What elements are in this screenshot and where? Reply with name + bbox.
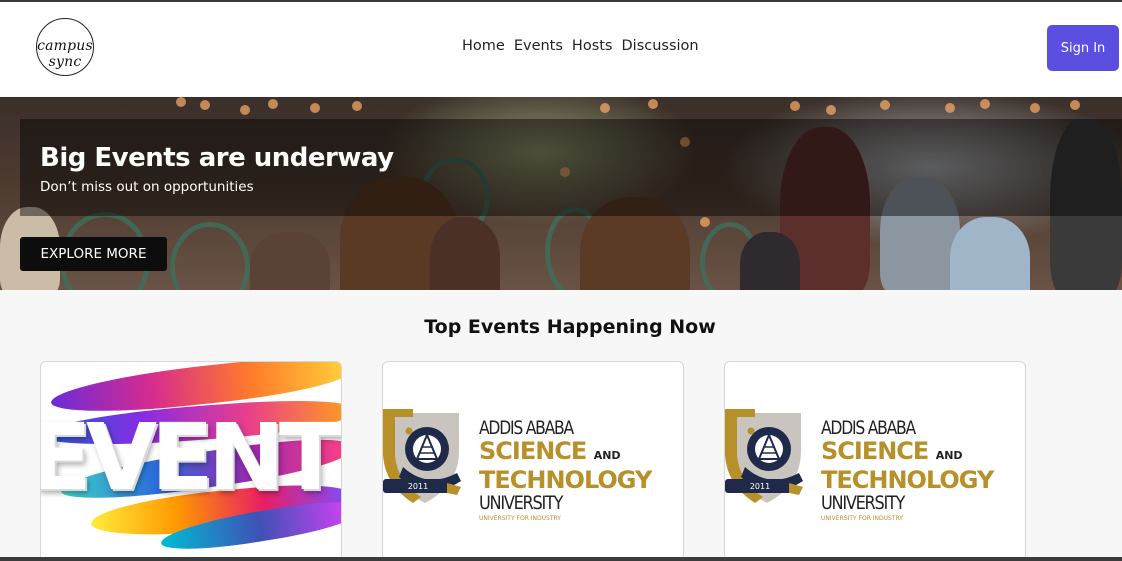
event-card[interactable]: 2011 ADDIS ABABA SCIENCE AND TECHNOLOGY … [724,361,1026,561]
main-nav: Home Events Hosts Discussion [462,38,699,54]
nav-discussion-link[interactable]: Discussion [622,38,699,54]
uni-name-line1: ADDIS ABABA [821,417,916,439]
nav-home-link[interactable]: Home [462,38,505,54]
event-card[interactable]: EVENTS [40,361,342,561]
event-card[interactable]: 2011 ADDIS ABABA SCIENCE AND TECHNOLOGY … [382,361,684,561]
university-logo: 2011 ADDIS ABABA SCIENCE AND TECHNOLOGY … [383,407,683,522]
site-header: campus sync Home Events Hosts Discussion… [0,2,1122,97]
uni-name-line1: ADDIS ABABA [479,417,574,439]
uni-name-and: AND [593,449,621,462]
nav-hosts-link[interactable]: Hosts [572,38,613,54]
uni-tagline: UNIVERSITY FOR INDUSTRY [479,515,561,522]
nav-events-link[interactable]: Events [514,38,563,54]
hero-banner: Big Events are underway Don’t miss out o… [0,97,1122,290]
uni-name-university: UNIVERSITY [821,492,905,514]
hero-title: Big Events are underway [40,143,394,173]
section-title: Top Events Happening Now [424,316,716,338]
uni-name-and: AND [935,449,963,462]
uni-tagline: UNIVERSITY FOR INDUSTRY [821,515,903,522]
uni-name-university: UNIVERSITY [479,492,563,514]
uni-name-science: SCIENCE [479,437,587,465]
university-logo: 2011 ADDIS ABABA SCIENCE AND TECHNOLOGY … [725,407,1025,522]
university-emblem-icon: 2011 [383,409,461,503]
uni-name-technology: TECHNOLOGY [479,466,652,494]
university-emblem-icon: 2011 [725,409,803,503]
events-banner-text: EVENTS [40,404,341,511]
explore-more-button[interactable]: EXPLORE MORE [20,237,167,271]
campus-sync-logo[interactable]: campus sync [22,18,108,76]
emblem-year: 2011 [750,482,770,491]
events-banner-image: EVENTS [40,362,341,560]
sign-in-button[interactable]: Sign In [1047,25,1119,71]
uni-name-science: SCIENCE [821,437,929,465]
hero-subtitle: Don’t miss out on opportunities [40,179,254,195]
emblem-year: 2011 [408,482,428,491]
logo-text: campus sync [37,38,93,70]
uni-name-technology: TECHNOLOGY [821,466,994,494]
window-bottom-edge [0,557,1122,561]
